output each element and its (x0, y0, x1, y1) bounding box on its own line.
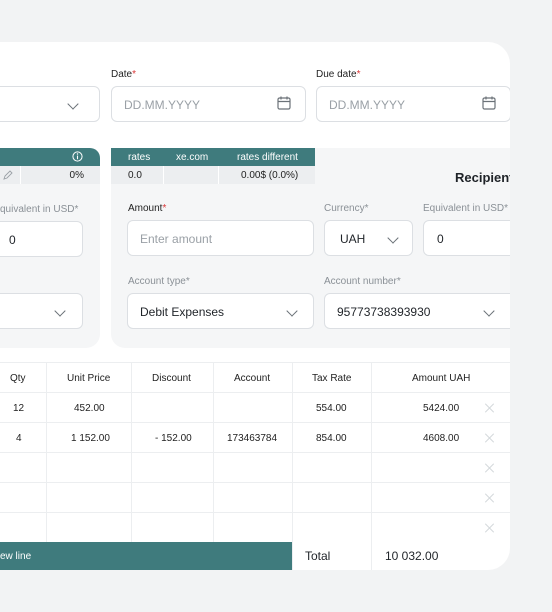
sender-panel: 0% quivalent in USD* 0 (0, 148, 100, 348)
row2-qty[interactable]: 4 (16, 433, 22, 444)
delete-row-icon[interactable] (485, 463, 495, 473)
delete-row-icon[interactable] (485, 433, 495, 443)
delete-row-icon[interactable] (485, 523, 495, 533)
amount-label: Amount* (128, 203, 167, 214)
total-value: 10 032.00 (385, 549, 439, 563)
partial-select-field[interactable] (0, 86, 100, 122)
account-number-select[interactable]: 95773738393930 (324, 293, 510, 329)
amount-input[interactable]: Enter amount (127, 220, 314, 256)
due-date-field[interactable]: DD.MM.YYYY (316, 86, 510, 122)
unit-price-header: Unit Price (67, 373, 111, 384)
qty-header: Qty (10, 373, 26, 384)
line-items-table (0, 362, 510, 570)
recipient-panel: rates xe.com rates different 0.0 0.00$ (… (111, 148, 510, 348)
calendar-icon[interactable] (482, 96, 496, 110)
amount-header: Amount UAH (412, 373, 471, 384)
equiv-usd-field[interactable]: 0 (0, 221, 83, 257)
rates-diff-value: 0.00$ (0.0%) (241, 170, 299, 181)
invoice-card: Date* DD.MM.YYYY Due date* DD.MM.YYYY 0%… (0, 42, 510, 570)
rates-row: 0.0 0.00$ (0.0%) (111, 166, 315, 184)
rates-header: rates xe.com rates different (111, 148, 315, 166)
rates-value: 0.0 (128, 170, 142, 181)
account-header: Account (234, 373, 271, 384)
delete-row-icon[interactable] (485, 403, 495, 413)
chevron-down-icon (54, 305, 66, 317)
chevron-down-icon (483, 305, 495, 317)
fx-header (0, 148, 100, 166)
account-number-label: Account number* (324, 276, 401, 287)
account-type-label: Account type* (128, 276, 190, 287)
equiv-usd-label: quivalent in USD* (0, 204, 79, 215)
row1-amount: 5424.00 (423, 403, 460, 414)
fx-row: 0% (0, 166, 100, 184)
rates-diff-col-header: rates different (237, 152, 298, 163)
recipient-title: Recipient (455, 170, 510, 185)
calendar-icon[interactable] (277, 96, 291, 110)
chevron-down-icon (67, 98, 79, 110)
chevron-down-icon (387, 232, 399, 244)
row2-discount[interactable]: - 152.00 (155, 433, 192, 444)
tax-rate-header: Tax Rate (312, 373, 352, 384)
chevron-down-icon (286, 305, 298, 317)
account-select-partial[interactable] (0, 293, 83, 329)
row2-amount: 4608.00 (423, 433, 460, 444)
equiv-usd-field[interactable]: 0 (423, 220, 510, 256)
row1-qty[interactable]: 12 (13, 403, 24, 414)
xe-col-header: xe.com (176, 152, 209, 163)
row1-unit-price[interactable]: 452.00 (74, 403, 105, 414)
row1-tax-rate[interactable]: 554.00 (316, 403, 347, 414)
account-type-select[interactable]: Debit Expenses (127, 293, 314, 329)
due-date-label: Due date* (316, 69, 361, 80)
fx-value: 0% (69, 170, 84, 181)
rates-col-header: rates (128, 152, 151, 163)
currency-label: Currency* (324, 203, 369, 214)
currency-select[interactable]: UAH (324, 220, 413, 256)
equiv-usd-label: Equivalent in USD* (423, 203, 509, 214)
info-icon[interactable] (72, 151, 83, 162)
date-field[interactable]: DD.MM.YYYY (111, 86, 306, 122)
add-new-line-label: ew line (0, 551, 32, 562)
total-label: Total (305, 549, 331, 563)
date-label: Date* (111, 69, 137, 80)
row2-account[interactable]: 173463784 (227, 433, 277, 444)
edit-pencil-icon[interactable] (3, 170, 13, 180)
row2-unit-price[interactable]: 1 152.00 (71, 433, 110, 444)
delete-row-icon[interactable] (485, 493, 495, 503)
add-new-line-button[interactable]: ew line (0, 542, 292, 570)
row2-tax-rate[interactable]: 854.00 (316, 433, 347, 444)
discount-header: Discount (152, 373, 191, 384)
